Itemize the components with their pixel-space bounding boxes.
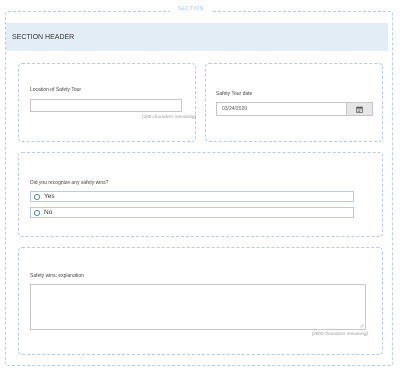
radio-option-no[interactable]: No xyxy=(30,207,354,218)
radio-option-yes[interactable]: Yes xyxy=(30,191,354,202)
date-label: Safety Tour date xyxy=(216,91,253,97)
radio-button-yes[interactable] xyxy=(34,193,40,200)
calendar-icon xyxy=(356,105,363,113)
radio-label-yes: Yes xyxy=(44,193,55,200)
calendar-button[interactable] xyxy=(347,102,373,116)
explanation-label: Safety wins: explanation xyxy=(30,273,84,279)
section-header: SECTION HEADER xyxy=(6,23,388,51)
resize-handle-icon[interactable] xyxy=(359,323,364,328)
date-input[interactable] xyxy=(216,102,347,116)
location-label: Location of Safety Tour xyxy=(30,87,82,93)
explanation-char-hint: (4000 characters remaining) xyxy=(311,331,368,336)
section-header-title: SECTION HEADER xyxy=(12,33,75,41)
location-char-hint: (200 characters remaining) xyxy=(142,114,196,119)
radio-label-no: No xyxy=(44,209,53,216)
section-legend: SECTION xyxy=(170,6,212,12)
radio-button-no[interactable] xyxy=(34,209,40,216)
location-input[interactable] xyxy=(30,99,182,112)
explanation-textarea[interactable] xyxy=(30,284,366,330)
safety-wins-question: Did you recognize any safety wins? xyxy=(30,180,109,186)
